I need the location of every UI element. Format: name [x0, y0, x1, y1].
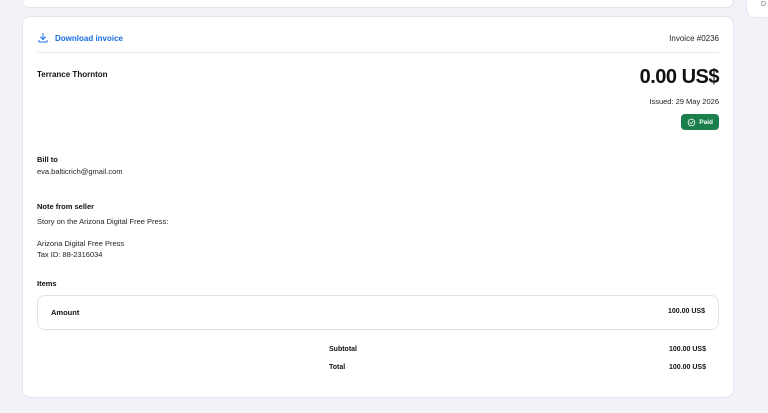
status-label: Paid — [699, 118, 713, 126]
items-table: Amount 100.00 US$ — [37, 295, 719, 330]
invoice-number: Invoice #0236 — [669, 34, 719, 43]
issued-date: Issued: 29 May 2026 — [649, 97, 719, 106]
download-invoice-button[interactable]: Download invoice — [37, 32, 123, 44]
check-circle-icon — [687, 118, 696, 126]
bill-to-heading: Bill to — [37, 155, 58, 164]
previous-card — [22, 0, 734, 8]
download-invoice-label: Download invoice — [55, 33, 124, 43]
side-panel-card: D — [746, 0, 768, 18]
seller-note-line: Arizona Digital Free Press — [37, 239, 125, 248]
seller-note-line: Tax ID: 88-2316034 — [37, 250, 103, 259]
status-badge: Paid — [681, 114, 719, 130]
items-column-value: 100.00 US$ — [668, 308, 705, 315]
invoice-amount: 0.00 US$ — [639, 66, 720, 88]
total-label: Total — [329, 364, 346, 371]
seller-note-line: Story on the Arizona Digital Free Press: — [37, 217, 169, 226]
bill-to-email: eva.balticrich@gmail.com — [37, 167, 123, 176]
total-value: 100.00 US$ — [669, 364, 706, 371]
invoice-header: Download invoice Invoice #0236 — [37, 32, 719, 53]
buyer-name: Terrance Thornton — [37, 70, 108, 79]
subtotal-value: 100.00 US$ — [669, 346, 706, 353]
seller-note-heading: Note from seller — [37, 202, 95, 211]
download-icon — [38, 33, 48, 43]
items-heading: Items — [37, 279, 57, 288]
side-panel-text: D — [761, 1, 767, 8]
invoice-card: Download invoice Invoice #0236 Terrance … — [22, 16, 734, 398]
subtotal-label: Subtotal — [329, 346, 357, 353]
items-column-label: Amount — [51, 308, 80, 317]
